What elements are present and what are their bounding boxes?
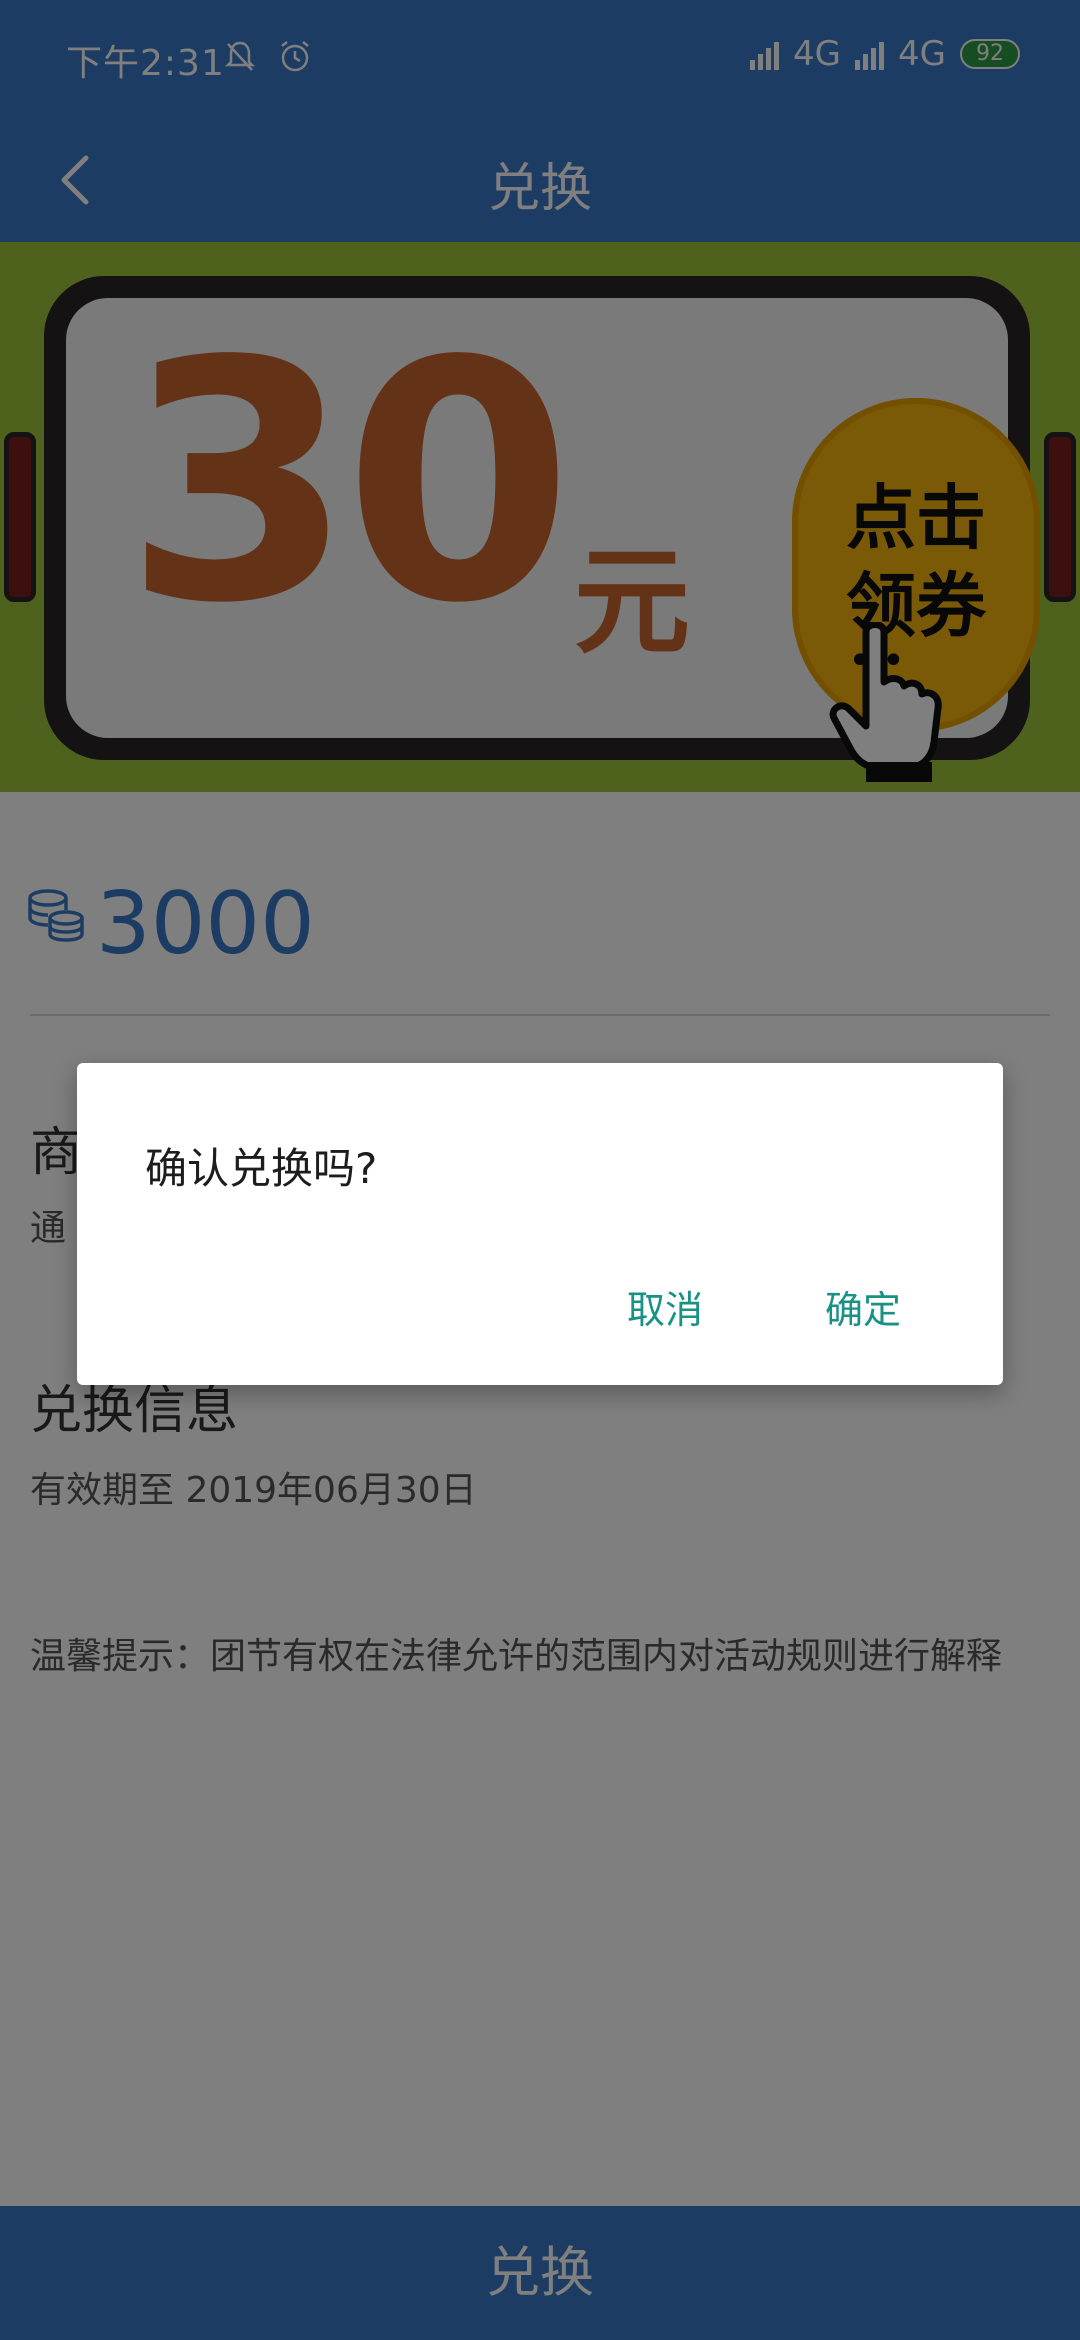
confirm-dialog: 确认兑换吗? 取消 确定	[77, 1063, 1003, 1385]
cancel-button[interactable]: 取消	[611, 1269, 719, 1344]
confirm-button[interactable]: 确定	[809, 1269, 917, 1344]
dialog-message: 确认兑换吗?	[145, 1144, 378, 1193]
